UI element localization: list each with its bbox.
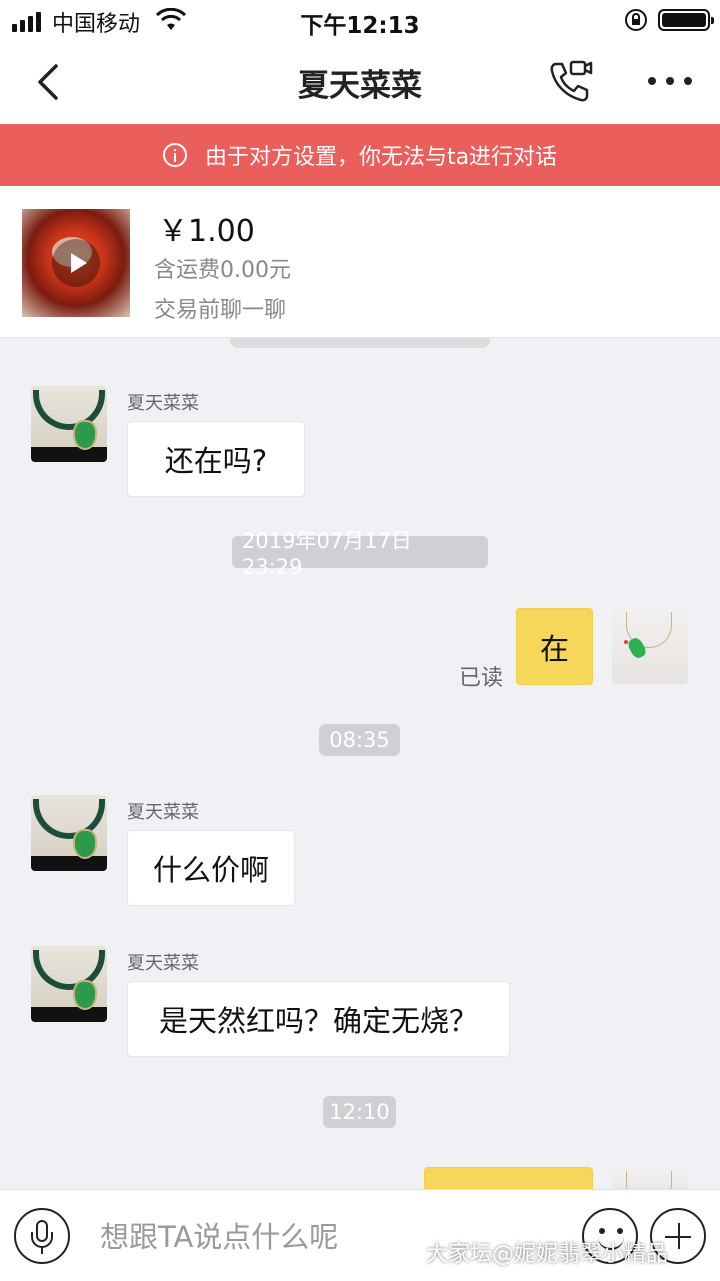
banner-text: 由于对方设置，你无法与ta进行对话 [204,145,558,170]
battery-icon [658,9,714,31]
message-bubble[interactable]: 还在吗? [127,421,305,497]
message-input[interactable]: 想跟TA说点什么呢 [100,1214,338,1256]
nav-bar: 夏天菜菜 [0,40,720,124]
avatar[interactable] [31,946,107,1022]
product-price: ￥1.00 [158,214,255,249]
message-bubble[interactable]: 什么价啊 [127,830,295,906]
product-video-thumbnail[interactable] [22,209,130,317]
more-options-button[interactable] [648,66,692,96]
time-chip: 12:10 [323,1096,396,1128]
message-bubble[interactable]: 是天然红吗？确定无烧？ [127,981,510,1057]
time-chip-clipped [230,338,490,348]
sender-name: 夏天菜菜 [127,393,199,414]
status-bar: 中国移动 下午12:13 [0,0,720,40]
play-icon [52,239,100,287]
avatar[interactable] [31,795,107,871]
product-card[interactable]: ￥1.00 含运费0.00元 交易前聊一聊 [0,186,720,338]
restriction-banner: 由于对方设置，你无法与ta进行对话 [0,124,720,186]
my-avatar[interactable] [612,608,688,684]
avatar[interactable] [31,386,107,462]
voice-input-button[interactable] [14,1208,70,1264]
sender-name: 夏天菜菜 [127,802,199,823]
product-note: 交易前聊一聊 [154,298,287,323]
watermark: 大家坛@妮妮翡翠小精品 [426,1242,669,1267]
time-chip: 08:35 [319,724,400,756]
video-call-icon[interactable] [546,58,594,106]
read-status: 已读 [459,666,504,691]
shipping-fee: 含运费0.00元 [154,258,291,283]
sender-name: 夏天菜菜 [127,953,199,974]
my-message-bubble[interactable]: 在 [516,608,593,685]
rotation-lock-icon [625,9,647,31]
page-title: 夏天菜菜 [298,68,422,104]
info-icon [162,143,187,167]
time-chip: 2019年07月17日 23:29 [232,529,488,579]
clock: 下午12:13 [300,13,420,39]
